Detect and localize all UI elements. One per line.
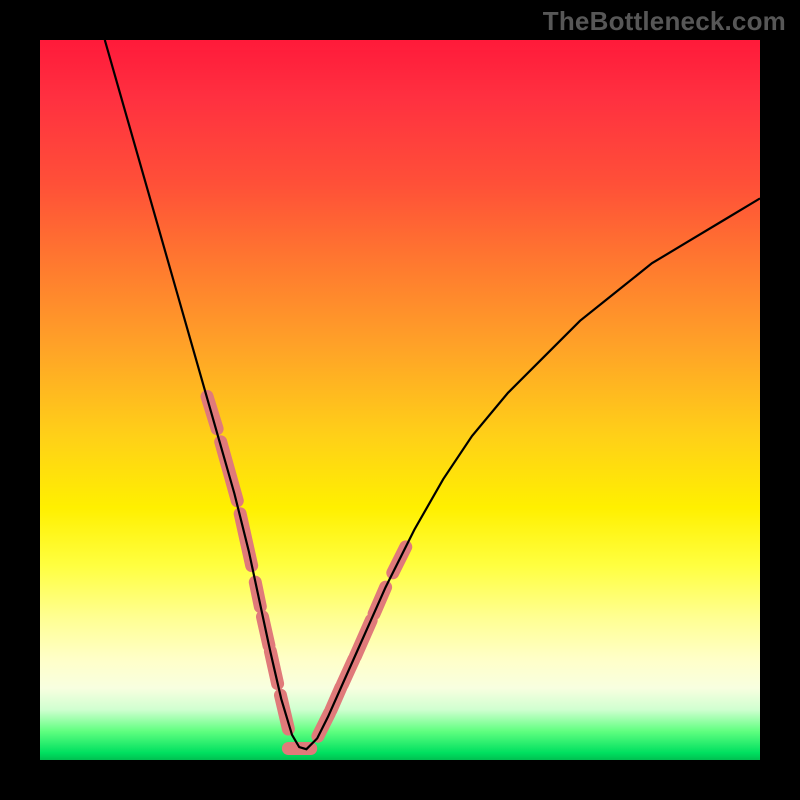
highlight-segment — [270, 651, 277, 683]
highlight-segment — [342, 659, 354, 684]
highlight-segment — [207, 396, 217, 428]
chart-frame: TheBottleneck.com — [0, 0, 800, 800]
highlight-segment — [393, 547, 406, 573]
highlight-segment — [280, 695, 288, 729]
highlight-segment — [331, 687, 341, 710]
highlight-segment — [221, 442, 238, 501]
highlight-segment — [355, 620, 371, 656]
highlight-segment — [262, 617, 268, 646]
highlight-segment — [318, 713, 330, 736]
plot-area — [40, 40, 760, 760]
watermark-text: TheBottleneck.com — [543, 6, 786, 37]
highlight-segment — [374, 587, 386, 614]
bottleneck-curve — [105, 40, 760, 749]
highlight-segment — [255, 582, 260, 606]
highlight-segment — [240, 514, 252, 566]
highlight-group — [207, 396, 406, 748]
curve-layer — [40, 40, 760, 760]
